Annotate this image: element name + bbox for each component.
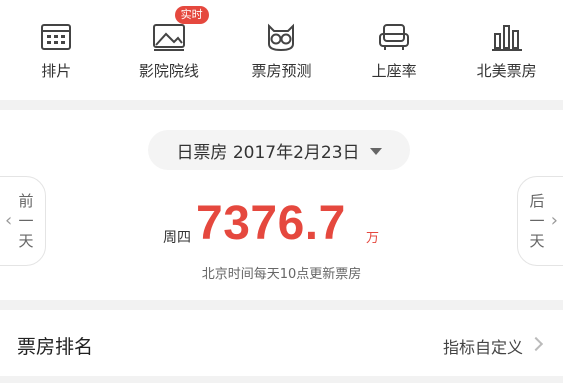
ranking-title: 票房排名 bbox=[17, 336, 94, 358]
nav-item-schedule[interactable]: 排片 bbox=[0, 0, 113, 100]
next-label-char-3: 天 bbox=[529, 232, 545, 250]
nav-label-schedule: 排片 bbox=[41, 62, 72, 80]
next-label-char-2: 一 bbox=[529, 212, 545, 230]
nav-item-na-boxoffice[interactable]: 北美票房 bbox=[450, 0, 563, 100]
calendar-grid-icon bbox=[41, 24, 72, 50]
daily-boxoffice-card: 日票房 2017年2月23日 ‹ 前 一 天 › 后 一 天 周四 7376.7… bbox=[0, 110, 563, 300]
prev-label-char-2: 一 bbox=[18, 212, 34, 230]
nav-label-na-boxoffice: 北美票房 bbox=[476, 62, 537, 80]
chevron-right-icon: › bbox=[550, 210, 558, 231]
ranking-header: 票房排名 指标自定义 bbox=[0, 310, 563, 376]
top-nav: 排片 实时 影院院线 票房预测 上座率 北美票房 bbox=[0, 0, 563, 100]
date-label: 日票房 2017年2月23日 bbox=[176, 142, 360, 163]
chevron-right-icon[interactable] bbox=[528, 336, 544, 352]
custom-metrics-link[interactable]: 指标自定义 bbox=[443, 334, 523, 358]
realtime-badge: 实时 bbox=[174, 6, 209, 24]
nav-label-attendance: 上座率 bbox=[371, 62, 417, 80]
boxoffice-amount: 7376.7 bbox=[196, 197, 346, 250]
next-label-char-1: 后 bbox=[529, 192, 545, 210]
bar-chart-icon bbox=[491, 25, 522, 51]
cinema-screen-icon bbox=[152, 24, 185, 51]
date-selector[interactable]: 日票房 2017年2月23日 bbox=[148, 130, 410, 170]
nav-item-cinemas[interactable]: 实时 影院院线 bbox=[113, 0, 226, 100]
owl-icon bbox=[268, 23, 295, 52]
nav-item-forecast[interactable]: 票房预测 bbox=[225, 0, 338, 100]
nav-label-cinemas: 影院院线 bbox=[138, 62, 199, 80]
amount-unit: 万 bbox=[366, 231, 380, 246]
update-note: 北京时间每天10点更新票房 bbox=[201, 267, 362, 282]
prev-label-char-3: 天 bbox=[18, 232, 34, 250]
seat-icon bbox=[379, 24, 410, 50]
chevron-left-icon: ‹ bbox=[5, 210, 13, 231]
nav-item-attendance[interactable]: 上座率 bbox=[338, 0, 451, 100]
prev-label-char-1: 前 bbox=[18, 192, 34, 210]
previous-day-button[interactable]: ‹ 前 一 天 bbox=[0, 176, 46, 266]
weekday-label: 周四 bbox=[163, 230, 191, 246]
nav-label-forecast: 票房预测 bbox=[251, 62, 312, 80]
caret-down-icon bbox=[369, 147, 382, 155]
next-day-button[interactable]: › 后 一 天 bbox=[517, 176, 563, 266]
